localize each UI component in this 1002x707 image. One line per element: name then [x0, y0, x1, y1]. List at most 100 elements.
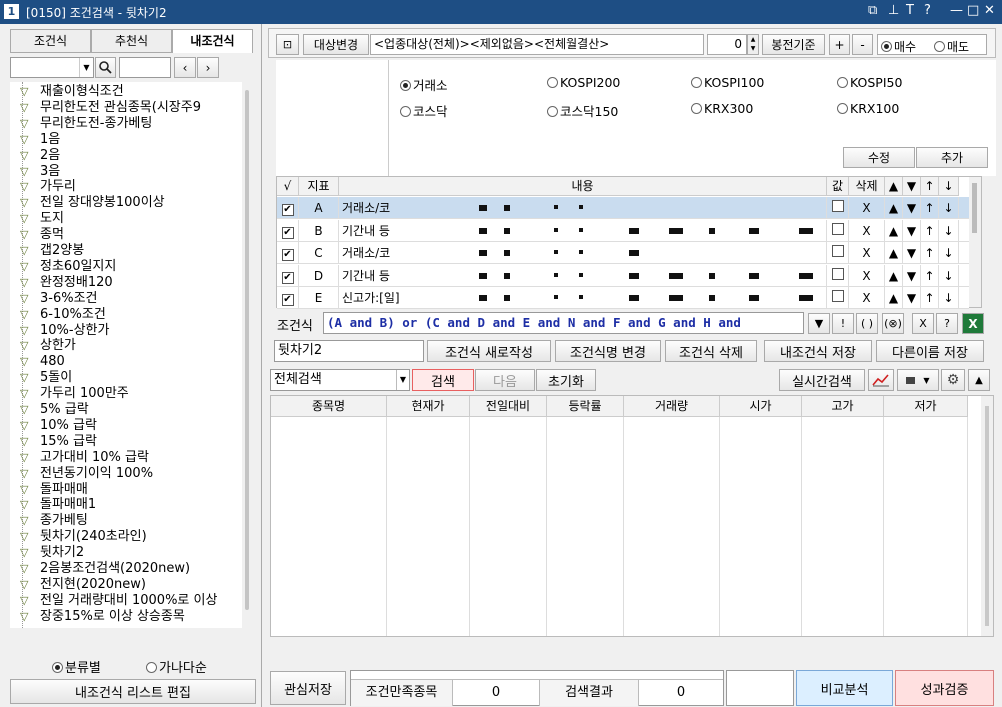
panel-toggle-button[interactable]: ⊡ [276, 34, 299, 55]
condition-row[interactable]: ✔ C 거래소/코 X ▲ ▼ ↑ ↓ [277, 242, 969, 264]
move-bottom-icon[interactable]: ▼ [903, 219, 921, 242]
new-condition-button[interactable]: 조건식 새로작성 [427, 340, 551, 362]
market-option[interactable]: KRX300 [691, 101, 753, 116]
formula-tool-button[interactable]: X [912, 313, 934, 334]
result-scrollbar[interactable] [981, 396, 993, 636]
formula-tool-button[interactable]: ▼ [808, 313, 830, 334]
tree-item[interactable]: ▽ 돌파매매1 [20, 497, 96, 513]
reset-button[interactable]: 초기화 [536, 369, 596, 391]
move-down-icon[interactable]: ↓ [939, 197, 959, 219]
tree-item[interactable]: ▽ 고가대비 10% 급락 [20, 450, 149, 466]
tree-item[interactable]: ▽ 완정정배120 [20, 275, 113, 291]
formula-tool-button[interactable]: ( ) [856, 313, 878, 334]
sort-by-category[interactable]: 분류별 [52, 657, 101, 676]
buy-option[interactable]: 매수 [881, 38, 916, 55]
tree-item[interactable]: ▽ 가두리 [20, 179, 76, 195]
tree-item[interactable]: ▽ 갭2양봉 [20, 243, 84, 259]
result-scrollbar-thumb[interactable] [985, 406, 989, 626]
search-run-button[interactable]: 검색 [412, 369, 474, 391]
tree-scrollbar-thumb[interactable] [245, 90, 249, 610]
move-top-icon[interactable]: ▲ [885, 242, 903, 264]
tab-my-conditions[interactable]: 내조건식 [172, 29, 253, 53]
save-favorites-button[interactable]: 관심저장 [270, 671, 346, 705]
move-top-icon[interactable]: ▲ [885, 197, 903, 219]
row-checkbox[interactable]: ✔ [277, 197, 299, 219]
change-target-button[interactable]: 대상변경 [303, 34, 369, 55]
market-option[interactable]: KOSPI100 [691, 75, 764, 90]
tree-item[interactable]: ▽ 재출이형식조건 [20, 84, 124, 100]
move-up-icon[interactable]: ↑ [921, 264, 939, 287]
move-bottom-icon[interactable]: ▼ [903, 242, 921, 264]
condition-tree[interactable]: ▽ 재출이형식조건 ▽ 무리한도전 관심종목(시장주9 ▽ 무리한도전-종가베팅 ▽ 1음 ▽ 2… [10, 82, 242, 628]
link-icon[interactable]: ⧉ [868, 3, 877, 18]
font-icon[interactable]: T [906, 3, 914, 18]
tree-item[interactable]: ▽ 무리한도전-종가베팅 [20, 116, 152, 132]
rename-condition-button[interactable]: 조건식명 변경 [555, 340, 661, 362]
tree-item[interactable]: ▽ 6-10%조건 [20, 307, 106, 323]
formula-tool-button[interactable]: (⊗) [882, 313, 904, 334]
condition-name-input[interactable]: 뒷차기2 [274, 340, 424, 362]
candle-offset-input[interactable]: 0 [707, 34, 747, 55]
next-button[interactable]: › [197, 57, 219, 78]
realtime-search-button[interactable]: 실시간검색 [779, 369, 865, 391]
base-candle-button[interactable]: 봉전기준 [762, 34, 825, 55]
tree-item[interactable]: ▽ 뒷차기2 [20, 545, 84, 561]
edit-list-button[interactable]: 내조건식 리스트 편집 [10, 679, 256, 704]
move-top-icon[interactable]: ▲ [885, 287, 903, 309]
maximize-icon[interactable]: □ [967, 3, 979, 18]
row-value-checkbox[interactable] [827, 219, 849, 242]
row-delete[interactable]: X [849, 197, 885, 219]
market-option[interactable]: 코스닥150 [547, 101, 618, 120]
condition-row[interactable]: ✔ A 거래소/코 X ▲ ▼ ↑ ↓ [277, 197, 969, 219]
tree-item[interactable]: ▽ 전일 장대양봉100이상 [20, 195, 165, 211]
tree-item[interactable]: ▽ 돌파매매 [20, 482, 88, 498]
condition-row[interactable]: ✔ D 기간내 등 X ▲ ▼ ↑ ↓ [277, 264, 969, 287]
sort-by-alpha[interactable]: 가나다순 [146, 657, 207, 676]
row-checkbox[interactable]: ✔ [277, 264, 299, 287]
tree-item[interactable]: ▽ 전일 거래량대비 1000%로 이상 [20, 593, 217, 609]
prev-button[interactable]: ‹ [174, 57, 196, 78]
row-delete[interactable]: X [849, 242, 885, 264]
condition-scrollbar-thumb[interactable] [972, 183, 977, 233]
row-checkbox[interactable]: ✔ [277, 219, 299, 242]
tree-item[interactable]: ▽ 뒷차기(240초라인) [20, 529, 147, 545]
tree-item[interactable]: ▽ 5% 급락 [20, 402, 89, 418]
move-top-icon[interactable]: ▲ [885, 264, 903, 287]
row-delete[interactable]: X [849, 287, 885, 309]
move-up-icon[interactable]: ↑ [921, 197, 939, 219]
formula-tool-button[interactable]: ? [936, 313, 958, 334]
search-next-button[interactable]: 다음 [475, 369, 535, 391]
tree-item[interactable]: ▽ 도지 [20, 211, 64, 227]
move-bottom-icon[interactable]: ▼ [903, 287, 921, 309]
condition-row[interactable]: ✔ E 신고가:[일] X ▲ ▼ ↑ ↓ [277, 287, 969, 309]
move-up-icon[interactable]: ↑ [921, 242, 939, 264]
tree-item[interactable]: ▽ 480 [20, 354, 65, 370]
row-value-checkbox[interactable] [827, 197, 849, 219]
formula-input[interactable]: (A and B) or (C and D and E and N and F … [323, 312, 804, 334]
settings-button[interactable]: ⚙ [941, 369, 965, 391]
tree-item[interactable]: ▽ 전년동기이익 100% [20, 466, 153, 482]
tab-conditions[interactable]: 조건식 [10, 29, 91, 53]
row-delete[interactable]: X [849, 264, 885, 287]
save-as-button[interactable]: 다른이름 저장 [876, 340, 984, 362]
tree-item[interactable]: ▽ 무리한도전 관심종목(시장주9 [20, 100, 201, 116]
tree-item[interactable]: ▽ 종먹 [20, 227, 64, 243]
tree-item[interactable]: ▽ 정초60일지지 [20, 259, 116, 275]
row-value-checkbox[interactable] [827, 264, 849, 287]
add-button[interactable]: 추가 [916, 147, 988, 168]
formula-tool-button[interactable]: ! [832, 313, 854, 334]
filter-select[interactable]: ▼ [10, 57, 94, 78]
modify-button[interactable]: 수정 [843, 147, 915, 168]
search-scope-select[interactable]: 전체검색 ▼ [270, 369, 410, 391]
close-icon[interactable]: ✕ [984, 3, 995, 18]
market-option[interactable]: KOSPI50 [837, 75, 902, 90]
row-checkbox[interactable]: ✔ [277, 242, 299, 264]
row-checkbox[interactable]: ✔ [277, 287, 299, 309]
condition-row[interactable]: ✔ B 기간내 등 X ▲ ▼ ↑ ↓ [277, 219, 969, 242]
tree-scrollbar[interactable] [242, 82, 252, 628]
verify-button[interactable]: 성과검증 [895, 670, 994, 706]
condition-scrollbar[interactable] [969, 177, 981, 307]
row-value-checkbox[interactable] [827, 242, 849, 264]
collapse-button[interactable]: ▲ [968, 369, 990, 391]
move-bottom-icon[interactable]: ▼ [903, 197, 921, 219]
